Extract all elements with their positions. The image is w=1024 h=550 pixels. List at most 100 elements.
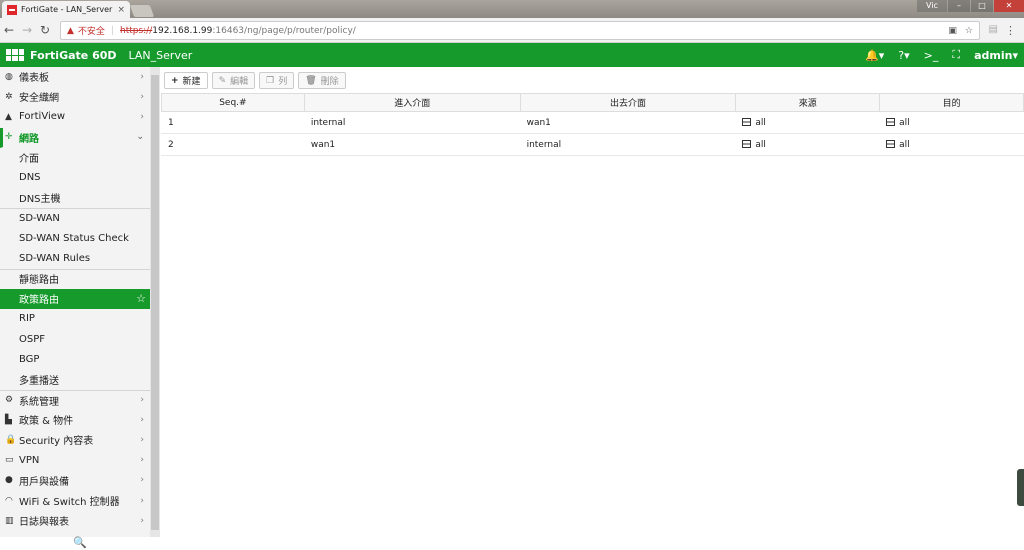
translate-icon[interactable]: ▣ bbox=[948, 26, 957, 36]
sidebar-search-icon[interactable]: 🔍 bbox=[0, 537, 160, 550]
browser-menu-icon[interactable]: ⋮ bbox=[1005, 24, 1016, 37]
tab-close-icon[interactable]: × bbox=[117, 5, 125, 15]
lock-icon: 🔒 bbox=[5, 434, 17, 445]
window-close-button[interactable]: ✕ bbox=[994, 0, 1024, 12]
sidebar-subitem-bgp[interactable]: BGP bbox=[0, 350, 150, 370]
sidebar-item-label: 儀表板 bbox=[19, 73, 49, 85]
window-controls: Vic – □ ✕ bbox=[916, 0, 1024, 12]
delete-button[interactable]: 🗑 刪除 bbox=[298, 72, 346, 89]
table-row[interactable]: 2 wan1 internal all all bbox=[161, 133, 1024, 156]
sidebar-subitem-sd-wan[interactable]: SD-WAN bbox=[0, 208, 150, 228]
sidebar-subitem-sd-wan-status-check[interactable]: SD-WAN Status Check bbox=[0, 229, 150, 249]
chevron-right-icon: › bbox=[140, 111, 144, 122]
cell-source: all bbox=[735, 111, 880, 134]
side-panel-handle[interactable] bbox=[1017, 469, 1024, 506]
sidebar-item-vpn[interactable]: ▭ VPN › bbox=[0, 451, 150, 471]
url-separator: | bbox=[110, 25, 114, 36]
sidebar-subitem-ospf[interactable]: OSPF bbox=[0, 329, 150, 349]
sidebar-item-security-profiles[interactable]: 🔒 Security 內容表 › bbox=[0, 430, 150, 450]
sidebar-item-label: 用戶與設備 bbox=[19, 476, 69, 488]
browser-tab[interactable]: FortiGate - LAN_Server × bbox=[2, 1, 130, 18]
cell-source-value: all bbox=[755, 139, 766, 150]
sidebar-item-label: 系統管理 bbox=[19, 396, 59, 408]
chevron-right-icon: › bbox=[140, 414, 144, 425]
column-header-destination[interactable]: 目的 bbox=[879, 93, 1024, 112]
chevron-right-icon: › bbox=[140, 515, 144, 526]
hostname: LAN_Server bbox=[128, 48, 193, 62]
column-header-outgoing[interactable]: 出去介面 bbox=[519, 93, 737, 112]
window-user-button[interactable]: Vic bbox=[917, 0, 947, 12]
table-row[interactable]: 1 internal wan1 all all bbox=[161, 111, 1024, 134]
sidebar-subitem-rip[interactable]: RIP bbox=[0, 309, 150, 329]
chevron-right-icon: › bbox=[140, 475, 144, 486]
sidebar-item-wifi-switch[interactable]: ◠ WiFi & Switch 控制器 › bbox=[0, 491, 150, 511]
sidebar-scrollbar-thumb[interactable] bbox=[151, 75, 159, 530]
notifications-bell-icon[interactable]: 🔔▾ bbox=[865, 49, 884, 62]
edit-button[interactable]: ✎ 編輯 bbox=[211, 72, 256, 89]
sidebar-item-log-report[interactable]: ▥ 日誌與報表 › bbox=[0, 511, 150, 531]
url-input[interactable]: ▲ 不安全 | https:// 192.168.1.99 :16463/ng/… bbox=[60, 21, 980, 40]
bookmark-star-icon[interactable]: ☆ bbox=[965, 26, 973, 36]
wifi-icon: ◠ bbox=[5, 495, 13, 506]
sidebar-item-label: VPN bbox=[19, 454, 40, 466]
maximize-button[interactable]: □ bbox=[971, 0, 993, 12]
sidebar-subitem-sd-wan-rules[interactable]: SD-WAN Rules bbox=[0, 249, 150, 269]
device-model: FortiGate 60D bbox=[30, 48, 117, 62]
sidebar-item-network[interactable]: ✛ 網路 ⌄ bbox=[0, 127, 150, 148]
column-header-seq[interactable]: Seq.# bbox=[161, 93, 305, 112]
forward-arrow-icon[interactable]: → bbox=[18, 23, 36, 37]
sidebar-item-dashboard[interactable]: ◍ 儀表板 › bbox=[0, 67, 150, 87]
url-path: :16463/ng/page/p/router/policy/ bbox=[212, 25, 356, 36]
create-new-button[interactable]: + 新建 bbox=[164, 72, 208, 89]
cell-destination-value: all bbox=[899, 117, 910, 128]
clone-button[interactable]: ❐ 列 bbox=[259, 72, 295, 89]
help-icon[interactable]: ?▾ bbox=[898, 49, 909, 62]
sidebar-subitem-interfaces[interactable]: 介面 bbox=[0, 148, 150, 168]
chevron-down-icon: ⌄ bbox=[136, 132, 144, 143]
address-object-icon bbox=[886, 139, 896, 148]
cart-extension-icon[interactable]: ▤ bbox=[989, 24, 998, 35]
policy-route-toolbar: + 新建 ✎ 編輯 ❐ 列 🗑 刪除 bbox=[164, 72, 346, 89]
column-header-incoming[interactable]: 進入介面 bbox=[303, 93, 521, 112]
new-tab-button[interactable] bbox=[129, 5, 155, 17]
cell-outgoing: wan1 bbox=[520, 111, 736, 134]
minimize-button[interactable]: – bbox=[948, 0, 970, 12]
admin-user-menu[interactable]: admin▾ bbox=[974, 49, 1018, 62]
reload-icon[interactable]: ↻ bbox=[36, 23, 54, 37]
sidebar-item-fortiview[interactable]: ▲ FortiView › bbox=[0, 107, 150, 127]
sidebar-nav: ◍ 儀表板 › ✲ 安全織網 › ▲ FortiView › ✛ 網路 ⌄ 介面… bbox=[0, 67, 150, 531]
chevron-right-icon: › bbox=[140, 434, 144, 445]
sidebar-item-label: 安全織網 bbox=[19, 93, 59, 105]
column-header-source[interactable]: 來源 bbox=[735, 93, 881, 112]
fullscreen-icon[interactable]: ⛶ bbox=[952, 48, 960, 62]
sidebar-item-policy-objects[interactable]: ▙ 政策 & 物件 › bbox=[0, 410, 150, 430]
bar-chart-icon: ▥ bbox=[5, 515, 14, 526]
sidebar-subitem-policy-routes[interactable]: 政策路由 ☆ bbox=[0, 289, 150, 310]
sidebar-subitem-dns[interactable]: DNS bbox=[0, 168, 150, 188]
tab-title: FortiGate - LAN_Server bbox=[21, 5, 113, 14]
sidebar-item-label: Security 內容表 bbox=[19, 436, 94, 448]
trash-icon: 🗑 bbox=[305, 75, 317, 86]
chevron-right-icon: › bbox=[140, 495, 144, 506]
edit-label: 編輯 bbox=[230, 77, 249, 87]
fortinet-logo-icon bbox=[6, 49, 24, 61]
delete-label: 刪除 bbox=[320, 77, 339, 87]
sidebar-item-label: WiFi & Switch 控制器 bbox=[19, 497, 120, 509]
cell-incoming: wan1 bbox=[304, 133, 521, 156]
sidebar-item-security-fabric[interactable]: ✲ 安全織網 › bbox=[0, 87, 150, 107]
sidebar-subitem-static-routes[interactable]: 靜態路由 bbox=[0, 268, 150, 289]
sidebar-subitem-dns-server[interactable]: DNS主機 bbox=[0, 188, 150, 208]
cell-seq: 1 bbox=[161, 111, 305, 134]
sidebar-item-system[interactable]: ⚙ 系統管理 › bbox=[0, 390, 150, 410]
favorite-star-icon[interactable]: ☆ bbox=[136, 292, 146, 305]
cli-console-icon[interactable]: >_ bbox=[924, 49, 939, 62]
policy-objects-icon: ▙ bbox=[5, 414, 12, 425]
address-bar: ← → ↻ ▲ 不安全 | https:// 192.168.1.99 :164… bbox=[0, 18, 1024, 43]
back-arrow-icon[interactable]: ← bbox=[0, 23, 18, 37]
sidebar-item-user-device[interactable]: ● 用戶與設備 › bbox=[0, 471, 150, 491]
sidebar-subitem-multicast[interactable]: 多重播送 bbox=[0, 370, 150, 390]
address-object-icon bbox=[742, 139, 752, 148]
plus-icon: + bbox=[171, 75, 179, 86]
fortigate-header: FortiGate 60D LAN_Server 🔔▾ ?▾ >_ ⛶ admi… bbox=[0, 43, 1024, 67]
warning-triangle-icon: ▲ bbox=[67, 25, 74, 36]
